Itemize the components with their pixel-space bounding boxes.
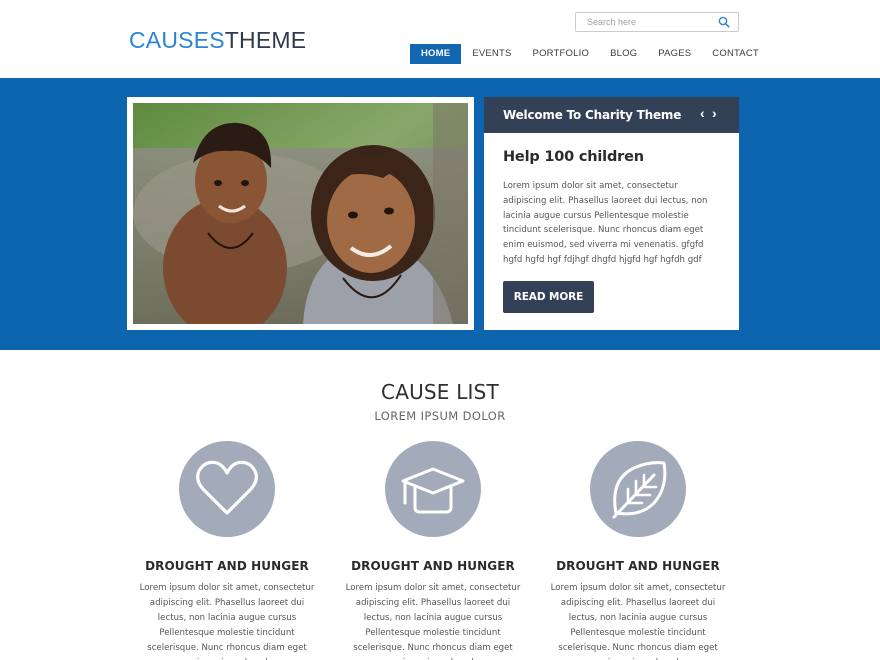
hero-photo-children [133,103,468,324]
nav-events[interactable]: EVENTS [462,44,521,64]
cause-list-subtitle: LOREM IPSUM DOLOR [374,409,506,423]
chevron-right-icon[interactable]: › [712,105,717,121]
site-logo[interactable]: CAUSESTHEME [129,27,306,54]
slide-text: Lorem ipsum dolor sit amet, consectetur … [503,181,708,265]
site-header: CAUSESTHEME HOME EVENTS PORTFOLIO BLOG P… [0,0,880,78]
cause-icon-circle[interactable] [179,441,275,537]
hero-photo-frame [127,97,474,330]
read-more-button[interactable]: READ MORE [503,281,594,313]
cause-title: DROUGHT AND HUNGER [556,559,720,573]
cause-title: DROUGHT AND HUNGER [145,559,309,573]
heart-icon [196,460,258,515]
nav-blog[interactable]: BLOG [600,44,647,64]
cause-card: DROUGHT AND HUNGER Lorem ipsum dolor sit… [137,441,317,660]
cause-text: Lorem ipsum dolor sit amet, consectetur … [345,583,521,660]
cause-card: DROUGHT AND HUNGER Lorem ipsum dolor sit… [343,441,523,660]
graduation-cap-icon [401,467,465,514]
search-box [575,12,739,32]
logo-part-theme: THEME [224,27,307,53]
search-input[interactable] [576,13,716,31]
slide-heading: Help 100 children [503,149,644,165]
nav-portfolio[interactable]: PORTFOLIO [523,44,600,64]
nav-pages[interactable]: PAGES [648,44,701,64]
logo-part-causes: CAUSES [129,27,225,53]
cause-icon-circle[interactable] [385,441,481,537]
hero-slide-panel: Welcome To Charity Theme ‹ › Help 100 ch… [484,97,739,330]
cause-text: Lorem ipsum dolor sit amet, consectetur … [139,583,315,660]
leaf-icon [612,461,667,519]
slide-title: Welcome To Charity Theme [503,108,682,122]
cause-card: DROUGHT AND HUNGER Lorem ipsum dolor sit… [548,441,728,660]
cause-list-title: CAUSE LIST [381,380,499,404]
main-nav: HOME EVENTS PORTFOLIO BLOG PAGES CONTACT [410,44,770,64]
nav-home[interactable]: HOME [410,44,462,64]
chevron-left-icon[interactable]: ‹ [700,105,705,121]
cause-title: DROUGHT AND HUNGER [351,559,515,573]
search-icon[interactable] [718,16,730,28]
cause-text: Lorem ipsum dolor sit amet, consectetur … [550,583,726,660]
cause-icon-circle[interactable] [590,441,686,537]
slide-header: Welcome To Charity Theme ‹ › [484,97,739,133]
nav-contact[interactable]: CONTACT [702,44,769,64]
